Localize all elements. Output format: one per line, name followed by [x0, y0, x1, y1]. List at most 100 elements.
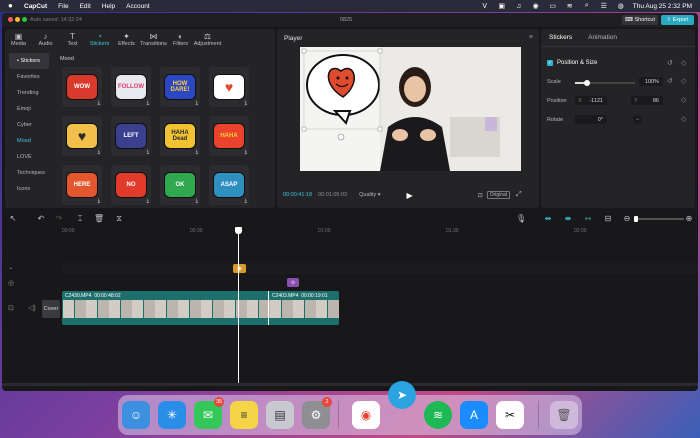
search-icon[interactable]: ⌕ [582, 2, 592, 10]
menubar-clock[interactable]: Thu Aug 25 2:32 PM [633, 3, 692, 10]
category-item[interactable]: Favorites [9, 69, 49, 85]
music-icon[interactable]: ♫ [514, 2, 524, 10]
control-center-icon[interactable]: ☰ [599, 2, 609, 10]
download-icon[interactable]: ⤓ [196, 149, 198, 155]
split-icon[interactable]: ⌶ [75, 214, 85, 224]
apple-icon[interactable]: ● [8, 1, 18, 11]
trash-icon[interactable]: 🗑 [550, 401, 578, 429]
menu-help[interactable]: Help [102, 3, 115, 10]
zoom-slider[interactable] [634, 216, 684, 222]
sticker-tile[interactable]: ♥ ⤓ [62, 116, 102, 156]
tool-filters[interactable]: ◐ Filters [167, 29, 194, 49]
section-checkbox[interactable]: ✓ [547, 60, 553, 66]
zoom-in-icon[interactable]: ⊕ [684, 214, 694, 224]
category-item[interactable]: Emoji [9, 101, 49, 117]
redo-icon[interactable]: ↷ [54, 214, 64, 224]
rotate-dial-icon[interactable]: − [633, 115, 642, 124]
position-x-input[interactable]: X -1121 [575, 96, 607, 105]
siri-icon[interactable]: ◍ [616, 2, 626, 10]
tool-text[interactable]: T Text [59, 29, 86, 49]
menu-edit[interactable]: Edit [80, 3, 91, 10]
main-track-audio-icon[interactable]: ◁) [28, 304, 36, 312]
sticker-tile[interactable]: NO ⤓ [111, 165, 151, 205]
download-icon[interactable]: ⤓ [98, 100, 100, 106]
tab-stickers[interactable]: Stickers [549, 34, 572, 41]
sticker-tile[interactable]: ♥ ⤓ [209, 67, 249, 107]
sticker-tile[interactable]: ASAP ⤓ [209, 165, 249, 205]
download-icon[interactable]: ⤓ [98, 149, 100, 155]
tab-animation[interactable]: Animation [588, 34, 617, 41]
play-button[interactable]: ▶ [407, 191, 413, 200]
download-icon[interactable]: ⤓ [147, 198, 149, 204]
main-video-clip[interactable]: C2430.MP4 00:00:48:02 C2403.MP4 00:00:19… [62, 291, 339, 325]
microphone-icon[interactable]: 🎙 [516, 214, 526, 224]
select-cursor-icon[interactable]: ↖ [8, 214, 18, 224]
sticker-clip[interactable]: ◈ [233, 264, 246, 273]
download-icon[interactable]: ⤓ [147, 100, 149, 106]
auto-snap-icon[interactable]: ⇼ [563, 214, 573, 224]
download-icon[interactable]: ⤓ [245, 149, 247, 155]
cover-button[interactable]: Cover [42, 300, 60, 318]
linkage-icon[interactable]: ⇿ [583, 214, 593, 224]
effect-clip[interactable]: ⊙ [287, 278, 299, 287]
battery-icon[interactable]: ▭ [548, 2, 558, 10]
timeline-scrollbar[interactable] [2, 383, 698, 386]
app-status-icon[interactable]: ▣ [497, 2, 507, 10]
sticker-tile[interactable]: FOLLOW ⤓ [111, 67, 151, 107]
spotify-icon[interactable]: ≋ [424, 401, 452, 429]
scale-slider-handle[interactable] [584, 80, 590, 86]
scale-reset-icon[interactable]: ↺ [667, 77, 673, 85]
vpn-icon[interactable]: V [480, 2, 490, 10]
category-item[interactable]: Trending [9, 85, 49, 101]
mirror-icon[interactable]: ⧖ [114, 214, 124, 224]
scale-slider[interactable] [575, 80, 635, 86]
rotate-keyframe-icon[interactable]: ◇ [681, 115, 686, 123]
sticker-tile[interactable]: OK ⤓ [160, 165, 200, 205]
fullscreen-icon[interactable]: ⤢ [516, 191, 522, 199]
safari-icon[interactable]: ✳ [158, 401, 186, 429]
capcut-dock-icon[interactable]: ✂ [496, 401, 524, 429]
rotate-input[interactable]: 0° [575, 115, 607, 124]
safe-area-icon[interactable]: ⊡ [478, 192, 483, 199]
tool-transitions[interactable]: ⋈ Transitions [140, 29, 167, 49]
download-icon[interactable]: ⤓ [196, 198, 198, 204]
download-icon[interactable]: ⤓ [245, 198, 247, 204]
keyframe-icon[interactable]: ◇ [681, 59, 686, 67]
main-track-lock-icon[interactable]: ⊡ [8, 304, 14, 312]
telegram-icon[interactable]: ➤ [388, 381, 416, 409]
download-icon[interactable]: ⤓ [196, 100, 198, 106]
app-store-icon[interactable]: A [460, 401, 488, 429]
category-item[interactable]: • Stickers [9, 53, 49, 69]
tool-effects[interactable]: ✦ Effects [113, 29, 140, 49]
close-window-icon[interactable] [8, 17, 13, 22]
export-button[interactable]: ⇪ Export [661, 15, 694, 25]
finder-icon[interactable]: ☺ [122, 401, 150, 429]
video-preview[interactable] [300, 47, 521, 171]
sticker-tile[interactable]: HAHA ⤓ [209, 116, 249, 156]
main-track-magnet-icon[interactable]: ⇹ [543, 214, 553, 224]
sticker-tile[interactable]: HERE ⤓ [62, 165, 102, 205]
notes-icon[interactable]: ≡ [230, 401, 258, 429]
tool-media[interactable]: ▣ Media [5, 29, 32, 49]
category-item[interactable]: Techniques [9, 165, 49, 181]
preview-axis-icon[interactable]: ⊟ [603, 214, 613, 224]
menu-app-name[interactable]: CapCut [24, 3, 47, 10]
text-track-lock-icon[interactable]: ◔ [8, 266, 12, 273]
category-item[interactable]: LOVE [9, 149, 49, 165]
zoom-slider-handle[interactable] [634, 216, 638, 222]
category-item[interactable]: Icons [9, 181, 49, 197]
undo-icon[interactable]: ↶ [36, 214, 46, 224]
scale-keyframe-icon[interactable]: ◇ [681, 77, 686, 85]
playhead-handle[interactable] [235, 227, 242, 234]
download-icon[interactable]: ⤓ [147, 149, 149, 155]
scale-input[interactable]: 100% [639, 77, 663, 86]
zoom-out-icon[interactable]: ⊖ [622, 214, 632, 224]
sticker-tile[interactable]: WOW ⤓ [62, 67, 102, 107]
tool-adjustment[interactable]: ⚖ Adjustment [194, 29, 222, 49]
menu-account[interactable]: Account [126, 3, 150, 10]
download-icon[interactable]: ⤓ [98, 198, 100, 204]
reset-icon[interactable]: ↺ [667, 59, 673, 67]
delete-icon[interactable]: 🗑 [94, 214, 104, 224]
maximize-window-icon[interactable] [22, 17, 27, 22]
menu-file[interactable]: File [58, 3, 68, 10]
